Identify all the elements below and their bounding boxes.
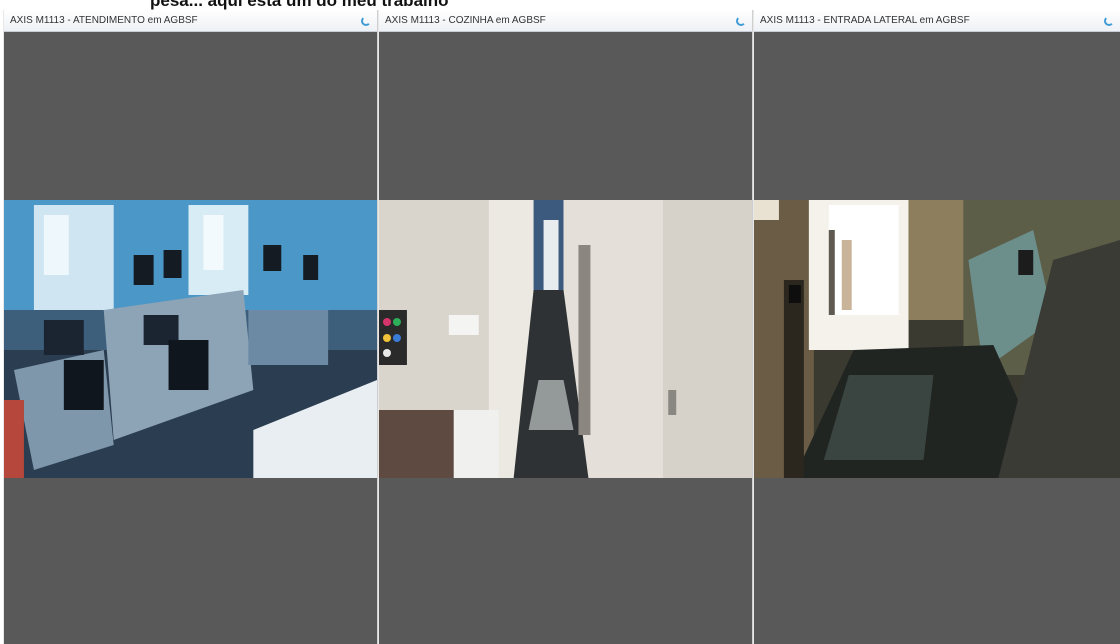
camera-pane-entrada-lateral[interactable]: AXIS M1113 - ENTRADA LATERAL em AGBSF [753,10,1120,644]
camera-title: AXIS M1113 - COZINHA em AGBSF [385,15,546,26]
camera-video-feed[interactable] [754,200,1120,478]
hallway-scene-image [379,200,752,478]
entrance-scene-image [754,200,1120,478]
camera-pane-header: AXIS M1113 - ENTRADA LATERAL em AGBSF [754,10,1120,32]
loading-spinner-icon [736,16,746,26]
camera-grid: AXIS M1113 - ATENDIMENTO em AGBSF AXIS M… [3,10,1120,644]
camera-title: AXIS M1113 - ATENDIMENTO em AGBSF [10,15,198,26]
camera-pane-atendimento[interactable]: AXIS M1113 - ATENDIMENTO em AGBSF [3,10,377,644]
camera-video-feed[interactable] [4,200,377,478]
office-scene-image [4,200,377,478]
camera-title: AXIS M1113 - ENTRADA LATERAL em AGBSF [760,15,970,26]
top-band: pesa... aqui está um do meu trabalho [0,0,1120,10]
camera-pane-cozinha[interactable]: AXIS M1113 - COZINHA em AGBSF [378,10,752,644]
loading-spinner-icon [1104,16,1114,26]
loading-spinner-icon [361,16,371,26]
camera-pane-header: AXIS M1113 - ATENDIMENTO em AGBSF [4,10,377,32]
camera-pane-header: AXIS M1113 - COZINHA em AGBSF [379,10,752,32]
camera-video-feed[interactable] [379,200,752,478]
